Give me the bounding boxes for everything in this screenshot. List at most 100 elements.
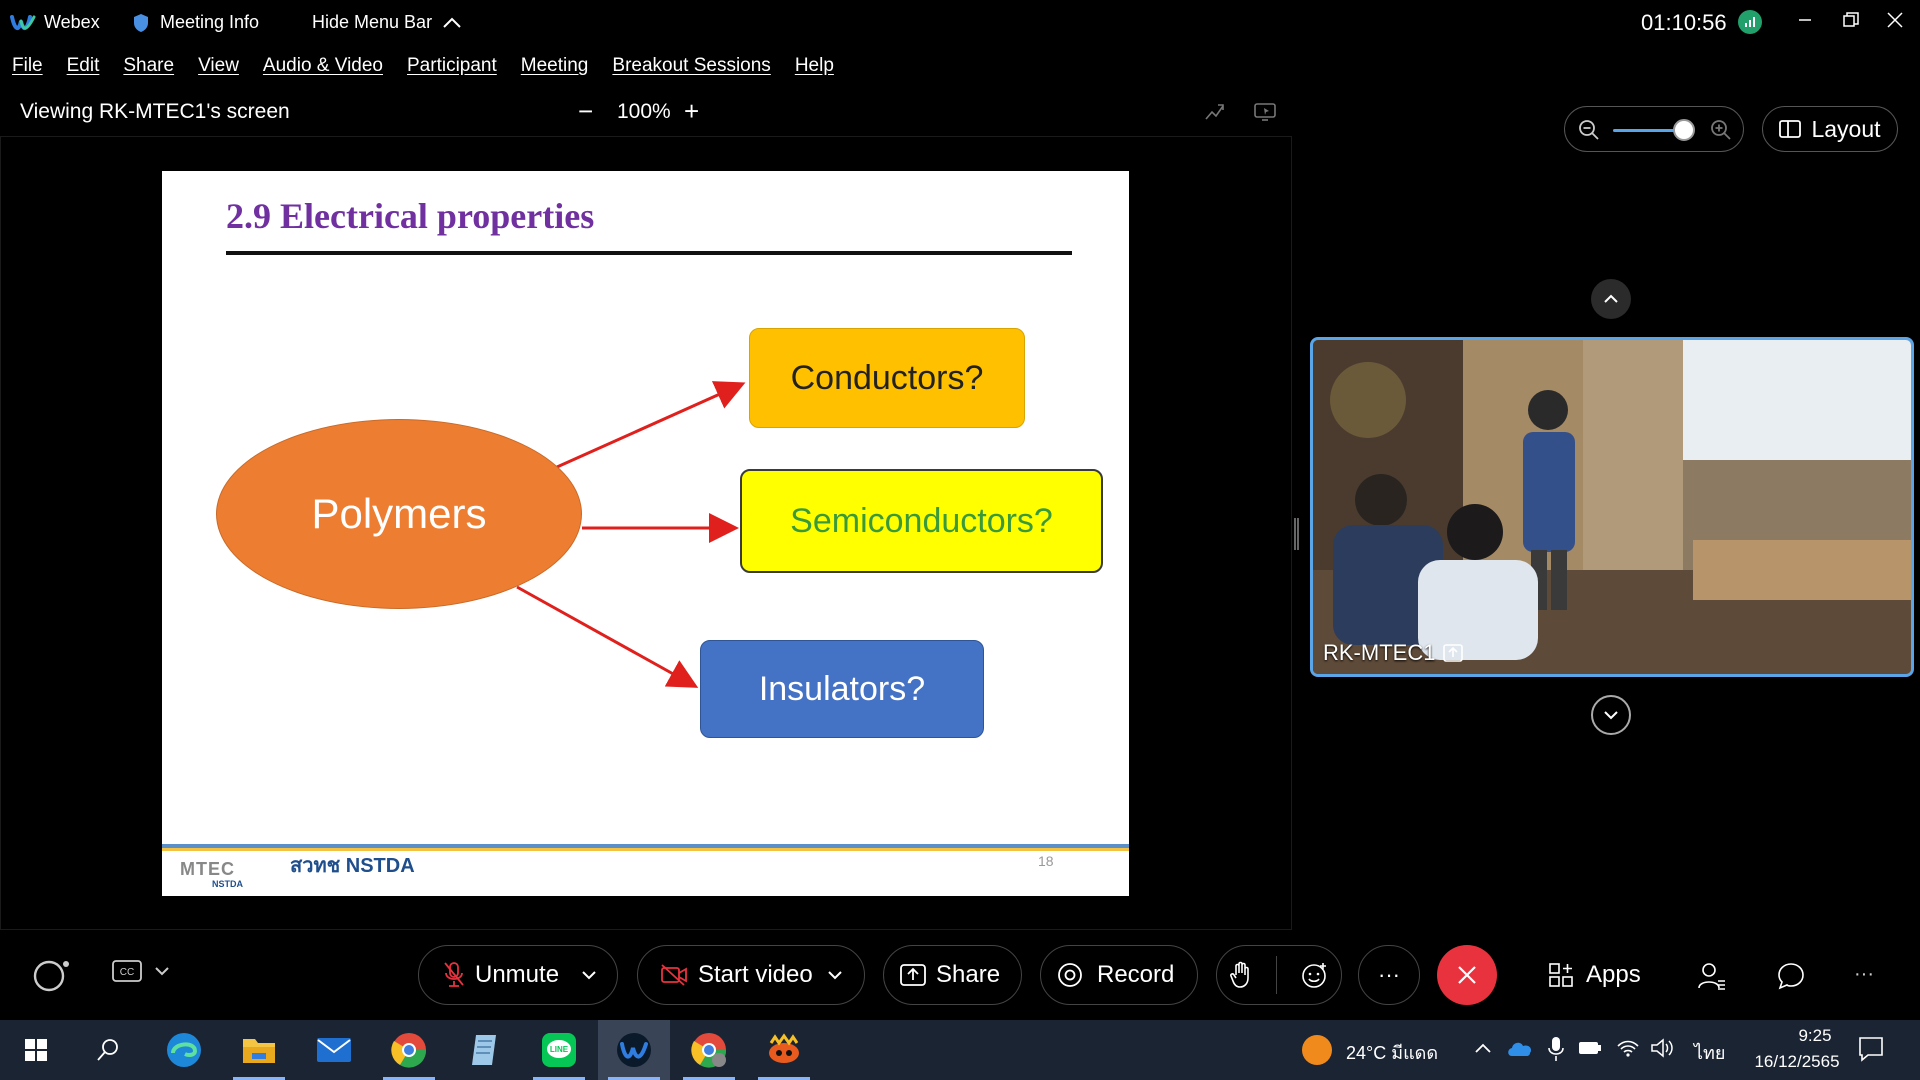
scroll-up-button[interactable] <box>1591 279 1631 319</box>
annotate-icon[interactable] <box>1204 102 1226 122</box>
leave-meeting-button[interactable] <box>1437 945 1497 1005</box>
volume-icon[interactable] <box>1650 1038 1674 1058</box>
panel-resize-handle[interactable] <box>1294 518 1299 550</box>
taskbar-chrome[interactable] <box>373 1020 445 1080</box>
nstda-logo: สวทช NSTDA <box>290 855 415 877</box>
menu-view[interactable]: View <box>198 55 239 77</box>
chevron-down-icon <box>828 971 842 980</box>
menu-file[interactable]: File <box>12 55 43 77</box>
remote-control-icon[interactable] <box>1254 102 1276 122</box>
menu-meeting[interactable]: Meeting <box>521 55 589 77</box>
participant-name-label: RK-MTEC1 <box>1323 640 1464 666</box>
menu-help[interactable]: Help <box>795 55 834 77</box>
overflow-menu-button[interactable]: ··· <box>1854 945 1874 1005</box>
unmute-button[interactable]: Unmute <box>418 945 618 1005</box>
microphone-tray-icon[interactable] <box>1548 1036 1564 1062</box>
participant-video-tile[interactable]: RK-MTEC1 <box>1310 337 1914 677</box>
battery-icon[interactable] <box>1578 1040 1602 1056</box>
chevron-up-icon <box>1604 294 1618 303</box>
participant-name: RK-MTEC1 <box>1323 640 1436 665</box>
weather-sun-icon[interactable] <box>1302 1035 1332 1065</box>
start-video-button[interactable]: Start video <box>637 945 865 1005</box>
hide-menu-bar-button[interactable]: Hide Menu Bar <box>312 0 462 45</box>
assistant-icon[interactable] <box>30 957 72 993</box>
zoom-out-button[interactable]: − <box>578 90 593 134</box>
menu-audio-video[interactable]: Audio & Video <box>263 55 383 77</box>
zoom-in-icon[interactable] <box>1709 118 1733 142</box>
meeting-timer: 01:10:56 <box>1641 9 1727 35</box>
zoom-in-button[interactable]: + <box>684 90 699 134</box>
wifi-icon[interactable] <box>1616 1038 1640 1058</box>
input-language[interactable]: ไทย <box>1694 1038 1725 1067</box>
more-options-button[interactable]: ··· <box>1358 945 1420 1005</box>
arrow-to-conductors <box>556 381 746 469</box>
reactions-divider <box>1276 956 1278 994</box>
notifications-icon[interactable] <box>1858 1036 1884 1062</box>
taskbar-search-button[interactable] <box>72 1020 144 1080</box>
taskbar-notepad[interactable] <box>448 1020 520 1080</box>
apps-button[interactable]: Apps <box>1548 945 1641 1005</box>
taskbar-file-explorer[interactable] <box>223 1020 295 1080</box>
record-label: Record <box>1097 961 1175 988</box>
layout-label: Layout <box>1811 115 1881 142</box>
zoom-out-icon[interactable] <box>1577 118 1601 142</box>
zoom-slider-track[interactable] <box>1613 129 1677 132</box>
chat-icon[interactable] <box>1776 961 1806 991</box>
insulators-box: Insulators? <box>700 640 984 738</box>
share-label: Share <box>936 961 1001 988</box>
svg-text:LINE: LINE <box>550 1045 569 1054</box>
captions-button[interactable]: CC <box>112 960 170 982</box>
taskbar-edge[interactable] <box>148 1020 220 1080</box>
webex-app[interactable]: Webex <box>10 0 100 45</box>
reactions-emoji-icon[interactable] <box>1301 961 1329 989</box>
start-button[interactable] <box>0 1020 72 1080</box>
scroll-down-button[interactable] <box>1591 695 1631 735</box>
clock-date[interactable]: 16/12/2565 <box>1742 1052 1852 1072</box>
participants-icon[interactable] <box>1697 961 1727 991</box>
svg-text:CC: CC <box>120 967 134 978</box>
taskbar-mail[interactable] <box>298 1020 370 1080</box>
folder-icon <box>243 1039 275 1063</box>
minimize-icon <box>1799 19 1811 21</box>
clock-time[interactable]: 9:25 <box>1770 1026 1860 1046</box>
restore-button[interactable] <box>1828 0 1874 40</box>
taskbar-line[interactable]: LINE <box>523 1020 595 1080</box>
reactions-group <box>1216 945 1342 1005</box>
record-button[interactable]: Record <box>1040 945 1198 1005</box>
close-window-button[interactable] <box>1872 0 1918 40</box>
conductors-box: Conductors? <box>749 328 1025 428</box>
taskbar-chrome-profile[interactable] <box>673 1020 745 1080</box>
taskbar-game-app[interactable] <box>748 1020 820 1080</box>
menu-bar: File Edit Share View Audio & Video Parti… <box>0 45 1920 87</box>
raise-hand-icon[interactable] <box>1229 961 1253 989</box>
mtec-logo: MTEC <box>180 859 235 879</box>
mail-icon <box>317 1038 351 1062</box>
chevron-down-icon <box>1604 711 1618 720</box>
meeting-info-button[interactable]: Meeting Info <box>132 0 259 45</box>
chevron-down-icon <box>155 967 169 976</box>
menu-edit[interactable]: Edit <box>67 55 100 77</box>
sharing-indicator-icon <box>1443 644 1464 662</box>
taskbar-webex[interactable] <box>598 1020 670 1080</box>
weather-text[interactable]: 24°C มีแดด <box>1346 1038 1438 1067</box>
menu-breakout-sessions[interactable]: Breakout Sessions <box>612 55 770 77</box>
minimize-button[interactable] <box>1782 0 1828 40</box>
game-app-icon <box>769 1033 799 1063</box>
semiconductors-box: Semiconductors? <box>740 469 1103 573</box>
show-hidden-icons-icon[interactable] <box>1474 1042 1492 1054</box>
zoom-slider-thumb[interactable] <box>1673 119 1695 141</box>
windows-logo-icon <box>25 1039 47 1061</box>
menu-participant[interactable]: Participant <box>407 55 497 77</box>
onedrive-icon[interactable] <box>1506 1038 1534 1058</box>
signal-bars-icon <box>1745 17 1755 27</box>
title-bar <box>0 0 1920 45</box>
share-button[interactable]: Share <box>883 945 1022 1005</box>
close-icon <box>1458 966 1476 984</box>
menu-share[interactable]: Share <box>123 55 174 77</box>
layout-button[interactable]: Layout <box>1762 106 1898 152</box>
chrome-browser-icon <box>391 1033 427 1068</box>
network-quality-icon[interactable] <box>1738 10 1762 34</box>
edge-browser-icon <box>167 1033 201 1067</box>
shared-slide: 2.9 Electrical properties Polymers Condu… <box>162 171 1129 896</box>
start-video-label: Start video <box>698 961 813 988</box>
